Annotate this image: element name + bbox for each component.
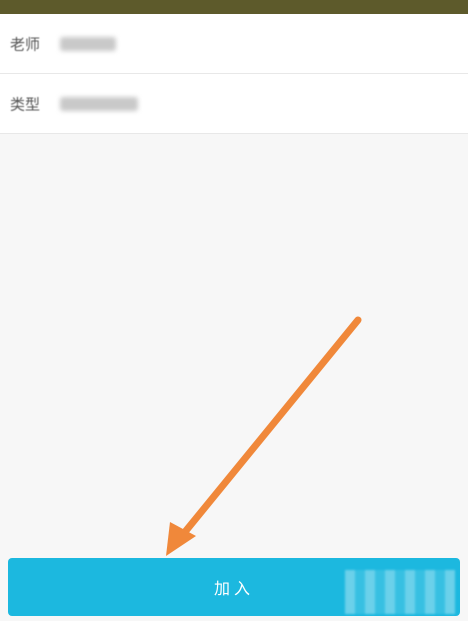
teacher-label: 老师 (10, 35, 41, 53)
teacher-value-redacted (60, 36, 116, 51)
type-value-redacted (60, 96, 138, 111)
type-label: 类型 (10, 95, 41, 113)
teacher-row: 老师 (0, 14, 468, 74)
info-list: 老师 类型 (0, 14, 468, 134)
join-button[interactable]: 加入 (8, 558, 460, 616)
type-row: 类型 (0, 74, 468, 134)
status-bar (0, 0, 468, 14)
